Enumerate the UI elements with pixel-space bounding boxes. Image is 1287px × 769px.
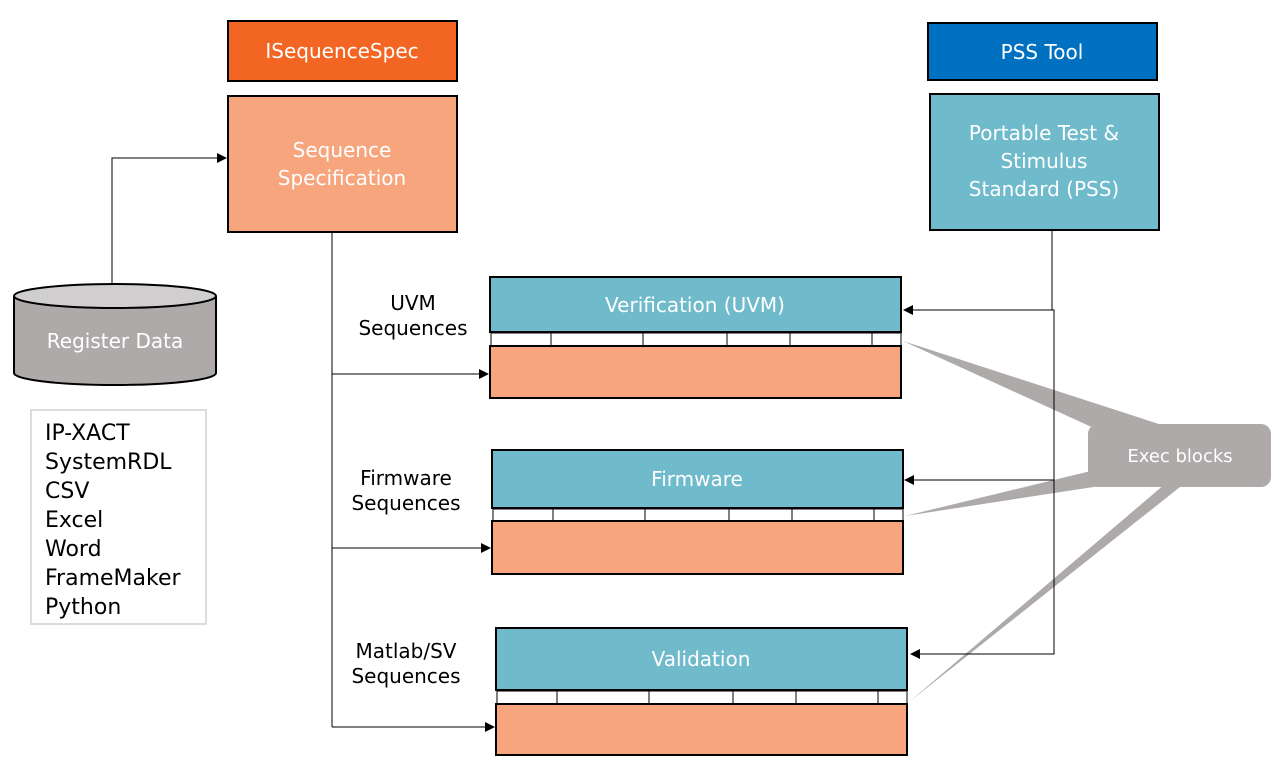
database-label: Register Data: [47, 329, 183, 353]
uvm-sequences-label: UVM: [390, 291, 436, 315]
format-item: Excel: [45, 508, 104, 533]
register-data-database: Register Data: [13, 283, 217, 386]
firmware-block: Firmware: [491, 449, 904, 575]
exec-blocks-callout-pointers: [903, 341, 1180, 702]
pss-line-3: Standard (PSS): [969, 177, 1119, 201]
firmware-sequences-label-2: Sequences: [351, 491, 460, 515]
verification-label: Verification (UVM): [605, 293, 785, 317]
spec-line-2: Specification: [278, 166, 406, 190]
spec-line-1: Sequence: [293, 138, 392, 162]
uvm-sequences-label-2: Sequences: [358, 316, 467, 340]
format-item: Python: [45, 595, 122, 620]
firmware-label: Firmware: [651, 467, 743, 491]
format-item: IP-XACT: [45, 421, 130, 446]
row-labels: UVM Sequences Firmware Sequences Matlab/…: [351, 291, 467, 688]
format-item: FrameMaker: [45, 566, 181, 591]
verification-block: Verification (UVM): [489, 276, 902, 399]
pss-tool-header: PSS Tool: [927, 22, 1158, 81]
formats-list: IP-XACT SystemRDL CSV Excel Word FrameMa…: [30, 409, 207, 625]
isequencespec-label: ISequenceSpec: [265, 39, 418, 63]
format-item: SystemRDL: [45, 450, 172, 475]
sequence-specification-box: Sequence Specification: [227, 95, 458, 233]
matlab-sequences-label-2: Sequences: [351, 664, 460, 688]
diagram-canvas: ISequenceSpec Sequence Specification PSS…: [13, 20, 1271, 756]
pss-line-1: Portable Test &: [969, 121, 1119, 145]
pss-tool-label: PSS Tool: [1001, 40, 1084, 64]
exec-blocks-callout: Exec blocks: [1088, 424, 1271, 487]
exec-blocks-label: Exec blocks: [1127, 446, 1232, 467]
format-item: Word: [45, 537, 102, 562]
format-item: CSV: [45, 479, 90, 504]
pss-line-2: Stimulus: [1001, 149, 1088, 173]
pss-box: Portable Test & Stimulus Standard (PSS): [929, 93, 1160, 231]
validation-label: Validation: [652, 647, 751, 671]
validation-block: Validation: [495, 627, 908, 756]
isequencespec-header: ISequenceSpec: [227, 20, 458, 82]
firmware-sequences-label: Firmware: [360, 466, 452, 490]
matlab-sequences-label: Matlab/SV: [356, 639, 457, 663]
